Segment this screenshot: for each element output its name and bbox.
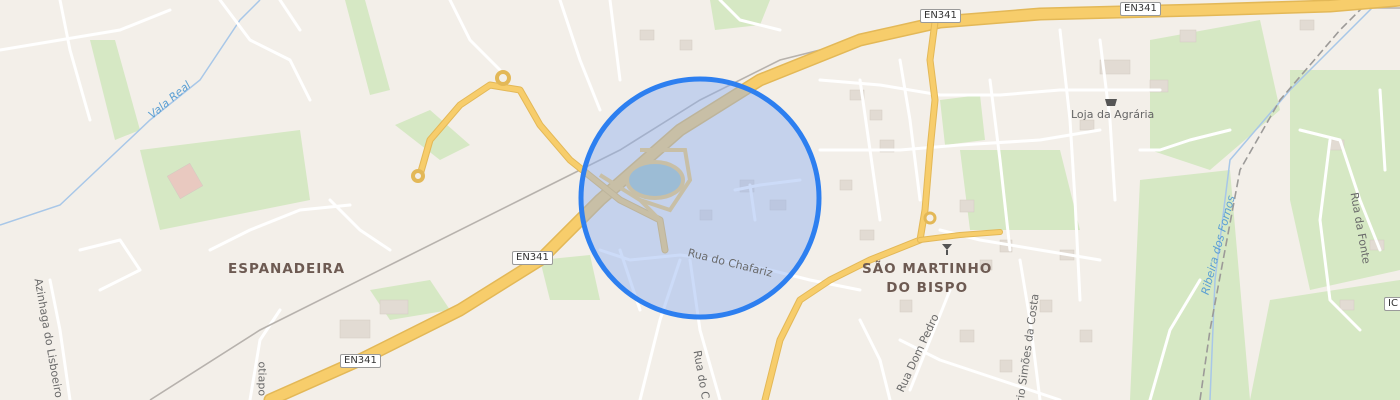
route-shield-ic: IC [1384, 297, 1400, 311]
road-label-otiapo: otiapo [255, 361, 269, 397]
map-view[interactable]: ESPANADEIRA SÃO MARTINHO DO BISPO Rua do… [0, 0, 1400, 400]
route-shield-en341: EN341 [920, 9, 961, 23]
map-canvas [0, 0, 1400, 400]
route-shield-en341: EN341 [512, 251, 553, 265]
route-shield-en341: EN341 [340, 354, 381, 368]
place-label-sao-martinho-line1: SÃO MARTINHO [862, 261, 993, 277]
place-label-sao-martinho: SÃO MARTINHO DO BISPO [862, 260, 992, 298]
route-shield-en341: EN341 [1120, 2, 1161, 16]
place-label-sao-martinho-line2: DO BISPO [886, 280, 969, 296]
poi-label-loja-da-agraria[interactable]: Loja da Agrária [1071, 108, 1154, 121]
place-label-espanadeira: ESPANADEIRA [228, 261, 346, 277]
selection-circle[interactable] [578, 76, 822, 320]
